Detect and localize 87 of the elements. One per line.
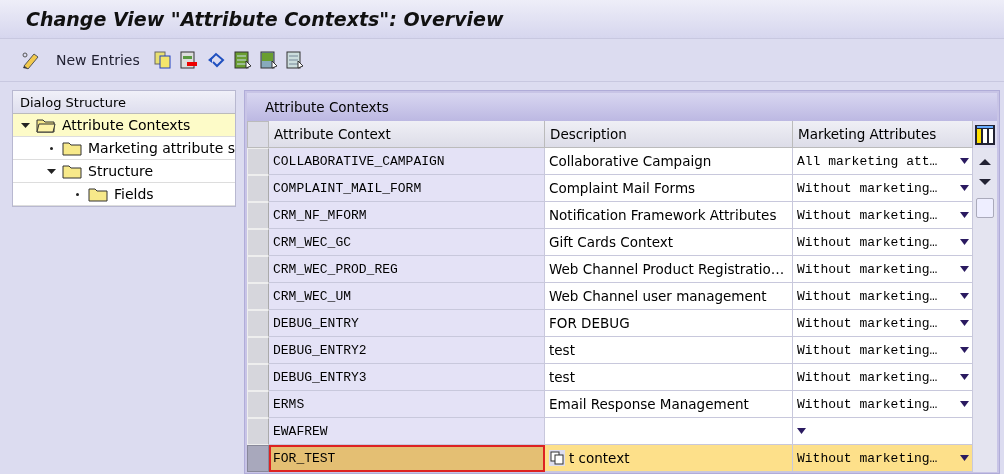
table-cell[interactable] (545, 418, 793, 445)
description-text: Email Response Management (549, 396, 749, 412)
table-cell[interactable]: t context (545, 445, 793, 472)
dropdown-arrow-icon[interactable] (960, 373, 969, 381)
dropdown-field[interactable]: Without marketing… (793, 283, 973, 310)
vertical-scrollbar[interactable] (973, 148, 997, 472)
panel-title: Dialog Structure (20, 94, 126, 110)
dropdown-arrow-icon[interactable] (960, 238, 969, 246)
dropdown-field[interactable]: All marketing att… (793, 148, 973, 175)
select-block-icon[interactable] (259, 51, 278, 69)
scroll-up-icon[interactable] (979, 158, 991, 166)
table-cell: EWAFREW (269, 418, 545, 445)
deselect-all-icon[interactable] (285, 51, 304, 69)
expand-triangle-icon[interactable] (47, 166, 56, 176)
description-text: Web Channel Product Registratio… (549, 261, 785, 277)
table-cell: DEBUG_ENTRY2 (269, 337, 545, 364)
table-cell: COMPLAINT_MAIL_FORM (269, 175, 545, 202)
select-all-icon[interactable] (233, 51, 252, 69)
table-cell[interactable]: Email Response Management (545, 391, 793, 418)
description-text: t context (569, 450, 630, 466)
table-cell: DEBUG_ENTRY (269, 310, 545, 337)
table-cell[interactable]: Gift Cards Context (545, 229, 793, 256)
window-title: Change View "Attribute Contexts": Overview (26, 8, 504, 30)
dropdown-field[interactable]: Without marketing… (793, 310, 973, 337)
dropdown-field[interactable] (793, 418, 973, 445)
dropdown-arrow-icon[interactable] (960, 346, 969, 354)
dropdown-field[interactable]: Without marketing… (793, 175, 973, 202)
table-cell: CRM_NF_MFORM (269, 202, 545, 229)
new-entries-button[interactable]: New Entries (50, 52, 146, 68)
dropdown-arrow-icon[interactable] (797, 427, 806, 435)
table-cell: CRM_WEC_GC (269, 229, 545, 256)
dropdown-field[interactable]: Without marketing… (793, 202, 973, 229)
dropdown-arrow-icon[interactable] (960, 292, 969, 300)
dropdown-arrow-icon[interactable] (960, 184, 969, 192)
column-header[interactable]: Attribute Context (269, 121, 545, 148)
table-cell: ERMS (269, 391, 545, 418)
table-cell: FOR_TEST (269, 445, 545, 472)
table-cell: COLLABORATIVE_CAMPAIGN (269, 148, 545, 175)
description-text: test (549, 342, 575, 358)
description-text: Gift Cards Context (549, 234, 674, 250)
dropdown-arrow-icon[interactable] (960, 454, 969, 462)
table-cell[interactable]: Web Channel Product Registratio… (545, 256, 793, 283)
tree-item[interactable]: Fields (13, 183, 235, 206)
description-text: FOR DEBUG (549, 315, 630, 331)
description-text: Web Channel user management (549, 288, 767, 304)
dropdown-field[interactable]: Without marketing… (793, 391, 973, 418)
copy-icon[interactable] (549, 450, 565, 466)
delete-row-icon[interactable] (179, 51, 198, 69)
expand-triangle-icon[interactable] (21, 120, 30, 130)
tree-item[interactable]: Attribute Contexts (13, 114, 235, 137)
table-cell[interactable]: Web Channel user management (545, 283, 793, 310)
scrollbar-thumb[interactable] (976, 198, 994, 218)
dropdown-field[interactable]: Without marketing… (793, 445, 973, 472)
table-cell: CRM_WEC_PROD_REG (269, 256, 545, 283)
dropdown-arrow-icon[interactable] (960, 265, 969, 273)
dropdown-field[interactable]: Without marketing… (793, 229, 973, 256)
copy-icon[interactable] (153, 51, 172, 69)
table-cell[interactable]: Notification Framework Attributes (545, 202, 793, 229)
dropdown-arrow-icon[interactable] (960, 400, 969, 408)
dropdown-field[interactable]: Without marketing… (793, 364, 973, 391)
table-cell[interactable]: FOR DEBUG (545, 310, 793, 337)
table-cell[interactable]: Collaborative Campaign (545, 148, 793, 175)
tree-item[interactable]: Structure (13, 160, 235, 183)
dropdown-arrow-icon[interactable] (960, 319, 969, 327)
tree-item[interactable]: Marketing attribute s (13, 137, 235, 160)
table-cell[interactable]: test (545, 337, 793, 364)
dropdown-arrow-icon[interactable] (960, 211, 969, 219)
folder-icon (62, 140, 82, 156)
table-cell: CRM_WEC_UM (269, 283, 545, 310)
table-cell[interactable]: test (545, 364, 793, 391)
table-cell[interactable]: Complaint Mail Forms (545, 175, 793, 202)
table-title: Attribute Contexts (265, 99, 389, 115)
folder-icon (88, 186, 108, 202)
dropdown-field[interactable]: Without marketing… (793, 256, 973, 283)
folder-icon (62, 163, 82, 179)
scroll-down-icon[interactable] (979, 178, 991, 186)
description-text: test (549, 369, 575, 385)
column-settings-icon[interactable] (974, 123, 996, 146)
dropdown-arrow-icon[interactable] (960, 157, 969, 165)
table-cell: DEBUG_ENTRY3 (269, 364, 545, 391)
dropdown-field[interactable]: Without marketing… (793, 337, 973, 364)
description-text: Complaint Mail Forms (549, 180, 696, 196)
description-text: Collaborative Campaign (549, 153, 712, 169)
column-header[interactable]: Description (545, 121, 793, 148)
description-text: Notification Framework Attributes (549, 207, 777, 223)
column-header[interactable]: Marketing Attributes (793, 121, 973, 148)
folder-icon (36, 117, 56, 133)
